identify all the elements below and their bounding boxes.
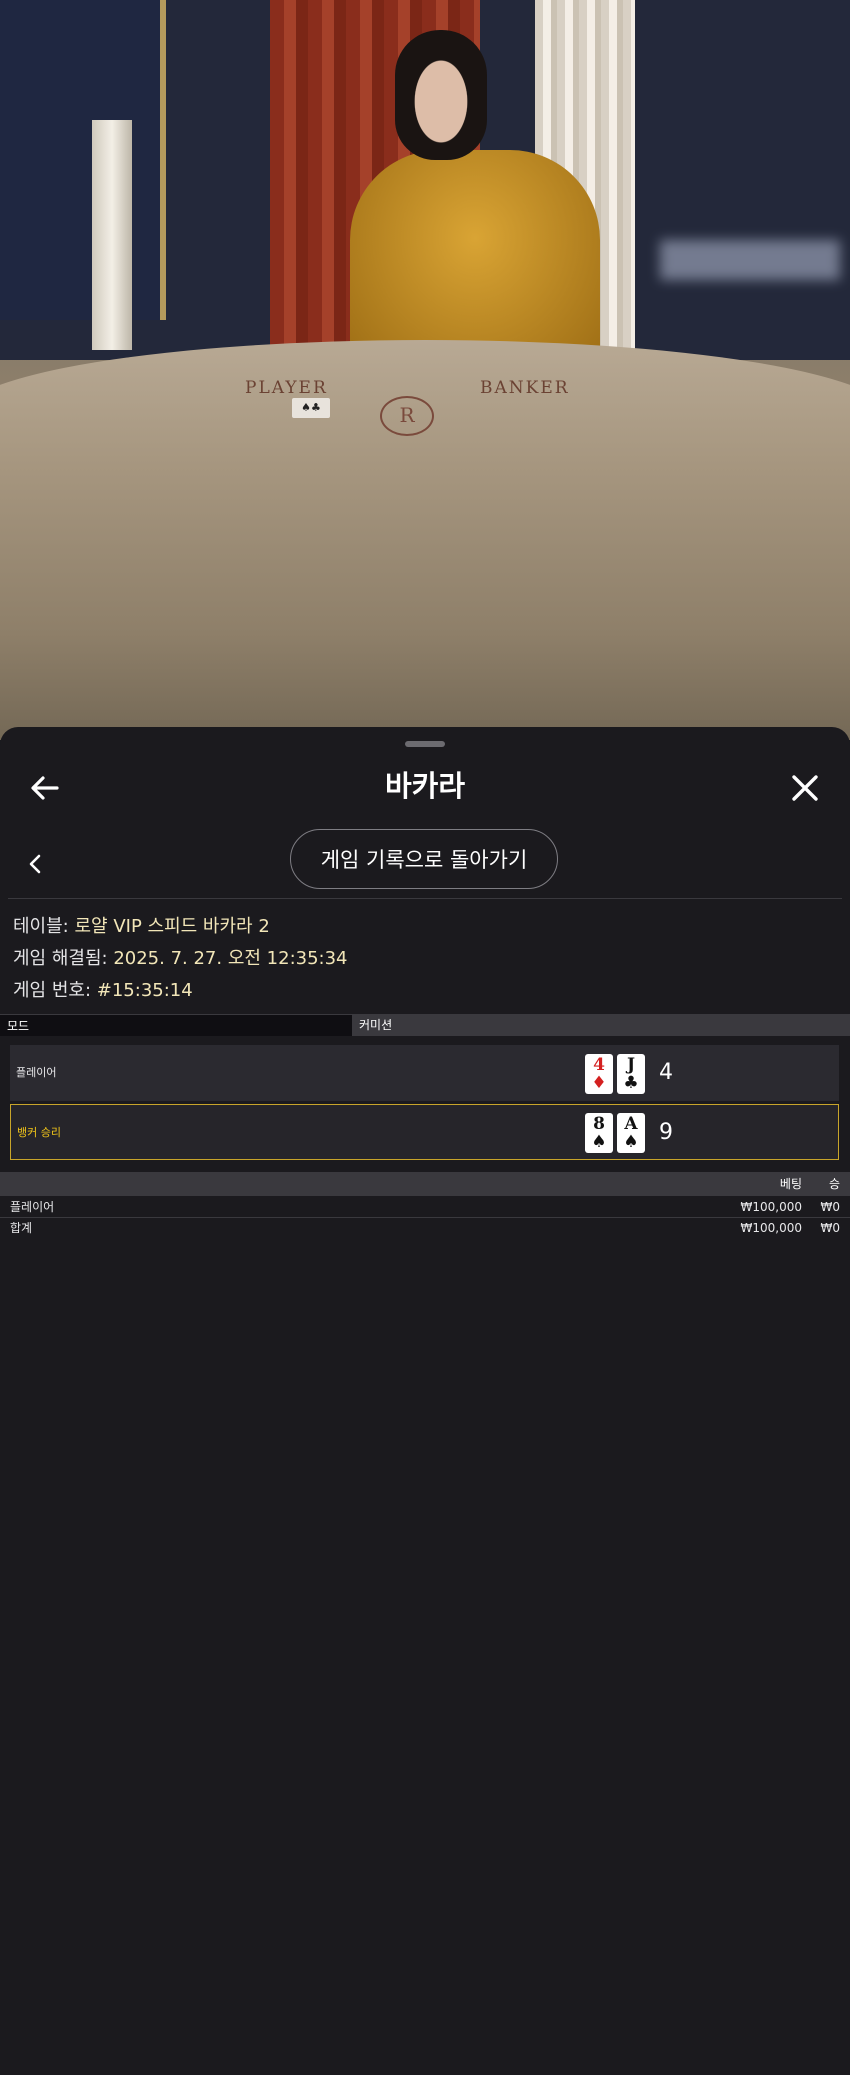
player-score: 4 xyxy=(659,1060,673,1085)
chevron-left-icon[interactable] xyxy=(24,849,46,879)
playing-card: J ♣ xyxy=(617,1054,645,1094)
banker-result-row: 뱅커 승리 8 ♠ A ♠ 9 xyxy=(10,1104,839,1160)
game-number-info: 게임 번호: #15:35:14 xyxy=(13,976,193,1002)
total-bet-amount: ₩100,000 xyxy=(740,1221,803,1235)
dealer-head xyxy=(395,30,487,160)
bet-column-header: 베팅 xyxy=(779,1177,802,1191)
playing-card: 8 ♠ xyxy=(585,1113,613,1153)
close-icon[interactable] xyxy=(788,771,822,805)
win-column-header: 승 xyxy=(828,1177,840,1191)
table-row: 플레이어 ₩100,000 ₩0 xyxy=(0,1197,850,1218)
win-amount: ₩0 xyxy=(820,1200,841,1214)
banker-score: 9 xyxy=(659,1120,673,1145)
table-row: 합계 ₩100,000 ₩0 xyxy=(0,1218,850,1238)
table-info-label: 테이블: xyxy=(13,916,69,937)
total-win-amount: ₩0 xyxy=(820,1221,841,1235)
table-player-label: PLAYER xyxy=(245,378,328,398)
playing-card: 4 ♦ xyxy=(585,1054,613,1094)
banker-win-label: 뱅커 승리 xyxy=(17,1126,61,1139)
baccarat-table xyxy=(0,340,850,740)
player-label: 플레이어 xyxy=(16,1066,57,1079)
resolved-info: 게임 해결됨: 2025. 7. 27. 오전 12:35:34 xyxy=(13,944,348,970)
pillar xyxy=(92,120,132,350)
table-card: ♠♣ xyxy=(292,398,330,418)
blurred-sign xyxy=(660,240,840,280)
live-video-feed: PLAYER BANKER R ♠♣ xyxy=(0,0,850,740)
table-info: 테이블: 로얄 VIP 스피드 바카라 2 xyxy=(13,912,270,938)
bet-name: 플레이어 xyxy=(10,1200,55,1214)
dealer xyxy=(350,150,600,370)
wall-frame xyxy=(0,0,166,320)
game-number-value: #15:35:14 xyxy=(96,980,193,1001)
page-title: 바카라 xyxy=(384,769,466,803)
resolved-info-value: 2025. 7. 27. 오전 12:35:34 xyxy=(113,948,348,969)
mode-label: 모드 xyxy=(0,1014,352,1036)
bet-amount: ₩100,000 xyxy=(740,1200,803,1214)
table-info-value: 로얄 VIP 스피드 바카라 2 xyxy=(74,916,270,937)
back-to-history-button[interactable]: 게임 기록으로 돌아가기 xyxy=(290,829,558,889)
total-label: 합계 xyxy=(10,1221,33,1235)
game-detail-sheet: 바카라 게임 기록으로 돌아가기 테이블: 로얄 VIP 스피드 바카라 2 게… xyxy=(0,727,850,2075)
club-suit-icon: ♣ xyxy=(623,1073,639,1093)
spade-suit-icon: ♠ xyxy=(623,1132,639,1152)
spade-suit-icon: ♠ xyxy=(591,1132,607,1152)
table-banker-label: BANKER xyxy=(480,378,570,398)
divider xyxy=(8,898,842,899)
table-logo: R xyxy=(380,396,434,436)
diamond-suit-icon: ♦ xyxy=(591,1073,607,1093)
playing-card: A ♠ xyxy=(617,1113,645,1153)
mode-value: 커미션 xyxy=(352,1014,850,1036)
mode-bar: 모드 커미션 xyxy=(0,1014,850,1036)
resolved-info-label: 게임 해결됨: xyxy=(13,948,108,969)
sheet-grabber[interactable] xyxy=(405,741,445,747)
bets-table-header: 베팅 승 xyxy=(0,1172,850,1196)
game-number-label: 게임 번호: xyxy=(13,980,92,1001)
player-result-row: 플레이어 4 ♦ J ♣ 4 xyxy=(10,1045,839,1101)
